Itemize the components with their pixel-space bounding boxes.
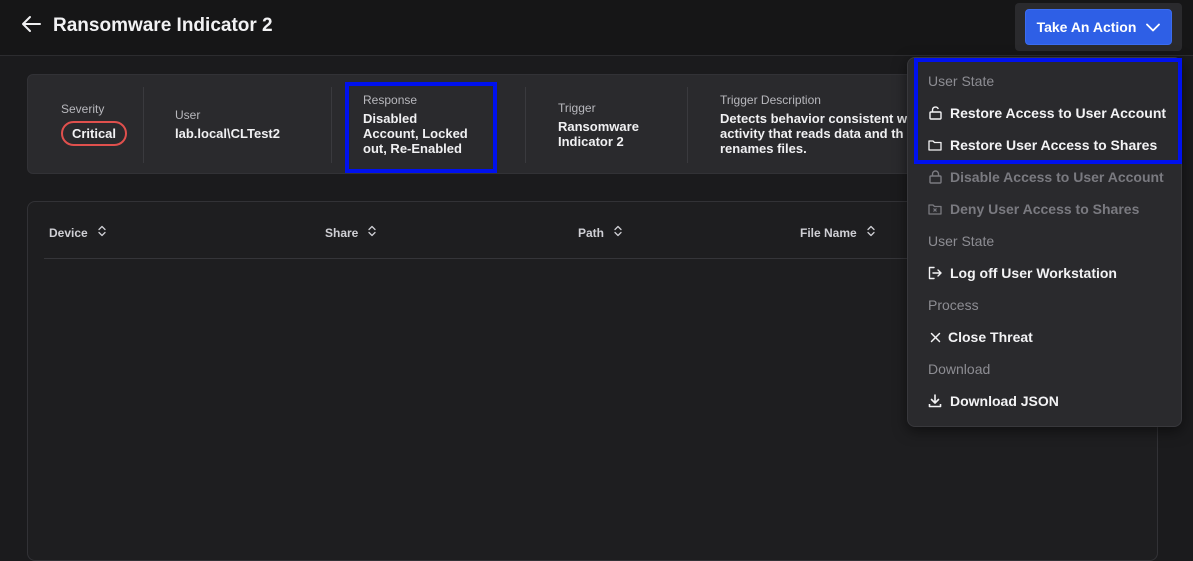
sort-icon (98, 225, 106, 240)
top-bar: Ransomware Indicator 2 Take An Action (0, 0, 1193, 56)
page-title: Ransomware Indicator 2 (53, 15, 273, 36)
close-icon (928, 330, 942, 344)
menu-item-close-threat[interactable]: Close Threat (928, 326, 1033, 348)
logout-icon (928, 266, 942, 280)
incident-summary-card: Severity Critical User lab.local\CLTest2… (27, 74, 917, 174)
trigger-label: Trigger (558, 101, 596, 115)
menu-item-label: Deny User Access to Shares (950, 201, 1140, 217)
take-action-button[interactable]: Take An Action (1025, 9, 1172, 45)
back-arrow-icon (21, 15, 41, 38)
response-highlight-box (345, 82, 497, 173)
folder-x-icon (928, 202, 942, 216)
chevron-down-icon (1146, 19, 1161, 35)
download-icon (928, 394, 942, 408)
column-header-label: Path (578, 225, 605, 240)
take-action-label: Take An Action (1036, 19, 1137, 35)
column-header-label: File Name (800, 225, 857, 240)
trigger-description-line: renames files. (720, 141, 807, 156)
user-label: User (175, 108, 201, 122)
menu-item-label: Disable Access to User Account (950, 169, 1164, 185)
menu-item-label: Download JSON (950, 393, 1059, 409)
sort-icon (614, 225, 622, 240)
action-button-container: Take An Action (1015, 3, 1182, 51)
menu-section-process: Process (928, 297, 979, 313)
column-header-path[interactable]: Path (578, 225, 622, 240)
severity-field: Severity Critical (28, 75, 143, 175)
severity-label: Severity (61, 102, 105, 116)
trigger-line: Indicator 2 (558, 134, 624, 149)
trigger-description-field: Trigger Description Detects behavior con… (688, 75, 916, 175)
trigger-value: Ransomware Indicator 2 (558, 119, 639, 149)
back-button[interactable] (18, 13, 44, 39)
column-header-device[interactable]: Device (49, 225, 106, 240)
column-header-share[interactable]: Share (325, 225, 377, 240)
user-field: User lab.local\CLTest2 (144, 75, 330, 175)
sort-icon (368, 225, 377, 240)
menu-item-logoff[interactable]: Log off User Workstation (928, 262, 1117, 284)
severity-badge: Critical (61, 121, 127, 146)
sort-icon (867, 225, 875, 240)
menu-item-download-json[interactable]: Download JSON (928, 390, 1059, 412)
menu-item-label: Log off User Workstation (950, 265, 1117, 281)
menu-item-deny-shares: Deny User Access to Shares (928, 198, 1139, 220)
lock-icon (928, 170, 942, 184)
column-header-label: Device (49, 225, 88, 240)
menu-section-download: Download (928, 361, 991, 377)
trigger-line: Ransomware (558, 119, 639, 134)
menu-section-user-state-2: User State (928, 233, 995, 249)
trigger-description-value: Detects behavior consistent w activity t… (720, 111, 907, 156)
column-header-file-name[interactable]: File Name (800, 225, 875, 240)
menu-item-label: Close Threat (948, 329, 1033, 345)
trigger-field: Trigger Ransomware Indicator 2 (526, 75, 686, 175)
action-dropdown-menu: User State Restore Access to User Accoun… (907, 57, 1182, 427)
column-header-label: Share (325, 225, 359, 240)
menu-item-disable-account: Disable Access to User Account (928, 166, 1164, 188)
trigger-description-line: activity that reads data and th (720, 126, 904, 141)
restore-options-highlight-box (914, 58, 1182, 164)
trigger-description-line: Detects behavior consistent w (720, 111, 908, 126)
trigger-description-label: Trigger Description (720, 93, 821, 107)
user-value: lab.local\CLTest2 (175, 126, 280, 141)
